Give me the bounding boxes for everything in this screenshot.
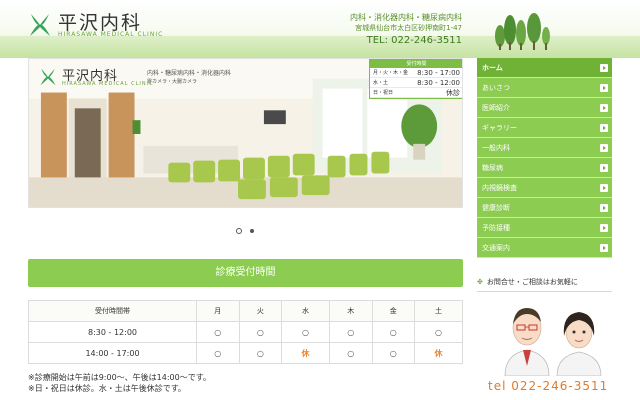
- slider-pagination: [236, 228, 254, 234]
- contact-text: お問合せ・ご相談はお気軽に: [486, 278, 578, 286]
- contact-heading: ✤ お問合せ・ご相談はお気軽に: [477, 277, 612, 292]
- slider-dot-2[interactable]: [250, 229, 254, 233]
- day-header: 土: [414, 300, 463, 322]
- sidebar-item-label: 医師紹介: [482, 104, 510, 112]
- status-cell: 休: [414, 342, 463, 364]
- hours-table-header-row: 受付時間帯 月 火 水 木 金 土: [28, 300, 463, 322]
- hours-board-title: 受付時間: [370, 60, 462, 68]
- sidebar-item-greeting[interactable]: あいさつ: [477, 78, 612, 98]
- day-header: 火: [238, 300, 283, 322]
- sidebar-item-label: ホーム: [482, 64, 503, 72]
- hours-board-label: 月・火・木・金: [373, 70, 409, 76]
- arrow-right-icon: [600, 184, 608, 192]
- sidebar-item-diabetes[interactable]: 糖尿病: [477, 158, 612, 178]
- arrow-right-icon: [600, 64, 608, 72]
- hours-board-row: 水・土 8:30 - 12:00: [370, 78, 462, 88]
- arrow-right-icon: [600, 84, 608, 92]
- hours-notes: ※診療開始は午前は9:00〜、午後は14:00〜です。 ※日・祝日は休診。水・土…: [28, 372, 211, 394]
- status-cell: 休: [281, 342, 330, 364]
- status-cell: ○: [371, 321, 416, 343]
- sidebar-item-label: 交通案内: [482, 244, 510, 252]
- arrow-right-icon: [600, 244, 608, 252]
- contact-tel[interactable]: tel 022-246-3511: [488, 379, 608, 393]
- header-contact-info: 内科・消化器内科・糖尿病内科 宮城県仙台市太白区砂押南町1-47 TEL: 02…: [350, 13, 462, 48]
- arrow-right-icon: [600, 104, 608, 112]
- status-cell: ○: [414, 321, 463, 343]
- slider-dot-1[interactable]: [236, 228, 242, 234]
- sidebar-item-label: 予防接種: [482, 224, 510, 232]
- status-cell: ○: [238, 321, 283, 343]
- hours-board-label: 日・祝日: [373, 90, 394, 96]
- hours-col-header: 受付時間帯: [28, 300, 197, 322]
- hours-board-value: 8:30 - 12:00: [417, 79, 460, 87]
- table-row: 14:00 - 17:00 ○ ○ 休 ○ ○ 休: [28, 342, 463, 364]
- header-departments: 内科・消化器内科・糖尿病内科: [350, 13, 462, 22]
- hero-slider[interactable]: 平沢内科 HIRASAWA MEDICAL CLINIC 内科・糖尿病内科・消化…: [28, 58, 463, 208]
- hours-board-value: 8:30 - 17:00: [417, 69, 460, 77]
- hours-board-label: 水・土: [373, 80, 389, 86]
- sidebar-item-label: 糖尿病: [482, 164, 503, 172]
- time-cell: 14:00 - 17:00: [28, 342, 197, 364]
- sidebar-item-label: 一般内科: [482, 144, 510, 152]
- sidebar-item-label: 健康診断: [482, 204, 510, 212]
- status-cell: ○: [328, 321, 373, 343]
- sidebar-item-endoscopy[interactable]: 内視鏡検査: [477, 178, 612, 198]
- hours-note: ※日・祝日は休診。水・土は午後休診です。: [28, 384, 186, 393]
- slider-logo-subtitle: HIRASAWA MEDICAL CLINIC: [62, 81, 154, 87]
- hours-board-value: 休診: [446, 89, 460, 97]
- day-header: 金: [371, 300, 416, 322]
- status-cell: ○: [371, 342, 416, 364]
- logo-subtitle: HIRASAWA MEDICAL CLINIC: [58, 31, 164, 38]
- sidebar-item-home[interactable]: ホーム: [477, 58, 612, 78]
- sidebar-nav: ホーム あいさつ 医師紹介 ギャラリー 一般内科 糖尿病 内視鏡検査 健康診断 …: [477, 58, 612, 258]
- table-row: 8:30 - 12:00 ○ ○ ○ ○ ○ ○: [28, 321, 463, 343]
- header-address: 宮城県仙台市太白区砂押南町1-47: [355, 24, 462, 32]
- status-cell: ○: [196, 342, 240, 364]
- clinic-leaf-logo-icon: [40, 68, 56, 86]
- slider-camera-text: 胃カメラ・大腸カメラ: [147, 79, 198, 85]
- sidebar-item-access[interactable]: 交通案内: [477, 238, 612, 258]
- hours-board-row: 月・火・木・金 8:30 - 17:00: [370, 68, 462, 78]
- day-header: 木: [328, 300, 373, 322]
- hours-note: ※診療開始は午前は9:00〜、午後は14:00〜です。: [28, 373, 211, 382]
- sidebar-item-health-check[interactable]: 健康診断: [477, 198, 612, 218]
- sidebar-item-gallery[interactable]: ギャラリー: [477, 118, 612, 138]
- day-header: 水: [281, 300, 330, 322]
- site-header: 平沢内科 HIRASAWA MEDICAL CLINIC 内科・消化器内科・糖尿…: [0, 0, 640, 58]
- sidebar-item-label: ギャラリー: [482, 124, 517, 132]
- sidebar-item-label: あいさつ: [482, 84, 510, 92]
- day-header: 月: [196, 300, 240, 322]
- sidebar-item-label: 内視鏡検査: [482, 184, 517, 192]
- header-tel: TEL: 022-246-3511: [366, 35, 462, 46]
- doctors-illustration: [504, 308, 602, 376]
- status-cell: ○: [328, 342, 373, 364]
- sidebar-item-vaccination[interactable]: 予防接種: [477, 218, 612, 238]
- hours-table: 受付時間帯 月 火 水 木 金 土 8:30 - 12:00 ○ ○ ○ ○ ○…: [28, 300, 463, 364]
- sidebar-item-internal-medicine[interactable]: 一般内科: [477, 138, 612, 158]
- status-cell: ○: [281, 321, 330, 343]
- leaf-icon: ✤: [477, 278, 483, 286]
- status-cell: ○: [238, 342, 283, 364]
- arrow-right-icon: [600, 144, 608, 152]
- slider-departments: 内科・糖尿病内科・消化器内科: [147, 70, 232, 77]
- clinic-leaf-logo-icon[interactable]: [28, 12, 52, 38]
- hours-heading: 診療受付時間: [28, 259, 463, 287]
- trees-illustration: [495, 13, 550, 50]
- arrow-right-icon: [600, 224, 608, 232]
- hours-board-row: 日・祝日 休診: [370, 88, 462, 98]
- time-cell: 8:30 - 12:00: [28, 321, 197, 343]
- arrow-right-icon: [600, 204, 608, 212]
- status-cell: ○: [196, 321, 240, 343]
- sidebar-item-doctors[interactable]: 医師紹介: [477, 98, 612, 118]
- arrow-right-icon: [600, 124, 608, 132]
- slider-hours-board: 受付時間 月・火・木・金 8:30 - 17:00 水・土 8:30 - 12:…: [369, 59, 462, 99]
- arrow-right-icon: [600, 164, 608, 172]
